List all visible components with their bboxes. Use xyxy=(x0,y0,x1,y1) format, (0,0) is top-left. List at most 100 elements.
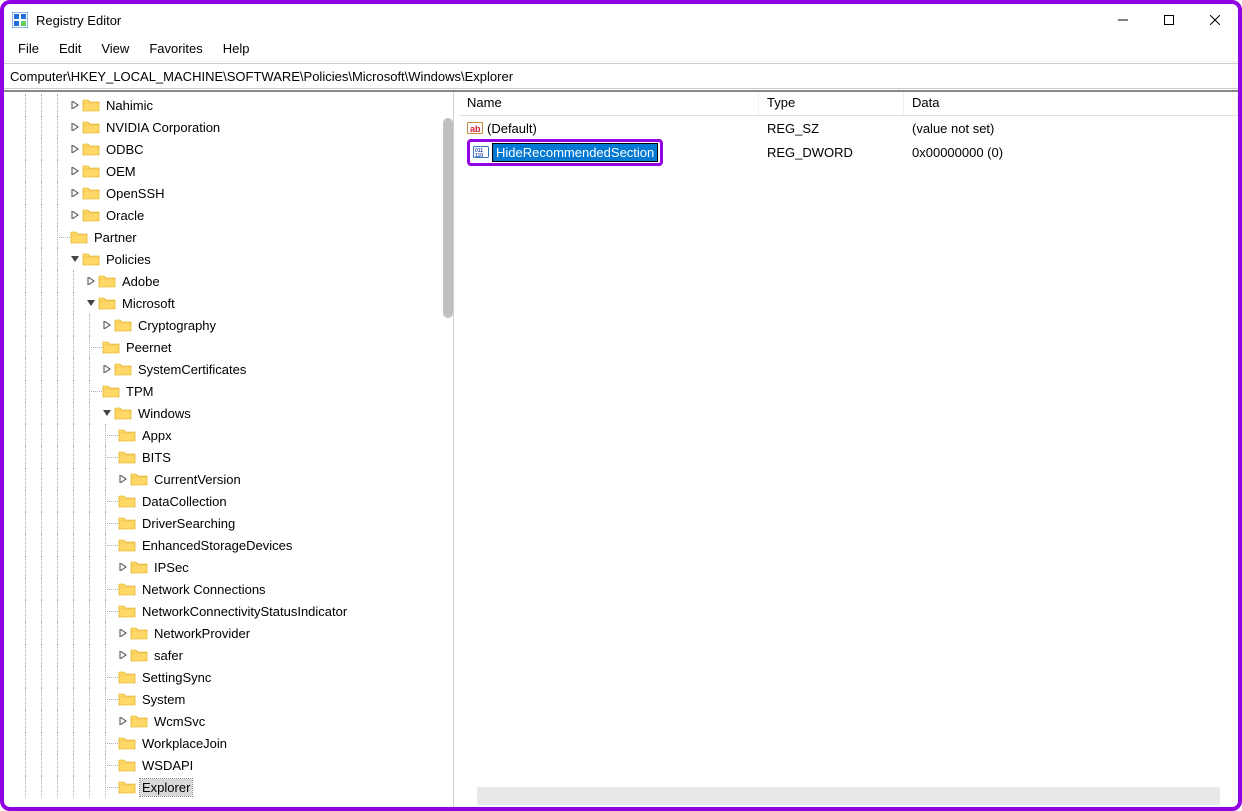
chevron-right-icon[interactable] xyxy=(100,318,114,332)
folder-icon xyxy=(130,714,148,728)
chevron-right-icon[interactable] xyxy=(68,164,82,178)
tree-item-tpm[interactable]: TPM xyxy=(4,380,453,402)
tree-item-oracle[interactable]: Oracle xyxy=(4,204,453,226)
tree-item-label: System xyxy=(140,691,187,708)
value-data: (value not set) xyxy=(904,119,1238,138)
tree-item-policies[interactable]: Policies xyxy=(4,248,453,270)
tree-item-peernet[interactable]: Peernet xyxy=(4,336,453,358)
tree-pane[interactable]: NahimicNVIDIA CorporationODBCOEM OpenSSH O… xyxy=(4,92,454,807)
chevron-down-icon[interactable] xyxy=(68,252,82,266)
value-name: (Default) xyxy=(487,121,537,136)
highlight-annotation: 011110HideRecommendedSection xyxy=(467,139,663,166)
tree-item-label: NetworkConnectivityStatusIndicator xyxy=(140,603,349,620)
column-data[interactable]: Data xyxy=(904,92,1238,115)
tree-item-system[interactable]: System xyxy=(4,688,453,710)
tree-item-ipsec[interactable]: IPSec xyxy=(4,556,453,578)
chevron-right-icon[interactable] xyxy=(116,472,130,486)
chevron-right-icon[interactable] xyxy=(116,648,130,662)
titlebar[interactable]: Registry Editor xyxy=(4,4,1238,36)
minimize-button[interactable] xyxy=(1100,4,1146,36)
column-name[interactable]: Name xyxy=(459,92,759,115)
tree-item-label: Cryptography xyxy=(136,317,218,334)
folder-icon xyxy=(118,538,136,552)
menu-help[interactable]: Help xyxy=(213,38,260,59)
column-type[interactable]: Type xyxy=(759,92,904,115)
value-name[interactable]: HideRecommendedSection xyxy=(493,144,657,161)
values-pane[interactable]: Name Type Data ab(Default)REG_SZ(value n… xyxy=(459,92,1238,807)
folder-icon xyxy=(118,758,136,772)
tree-item-enhancedstoragedevices[interactable]: EnhancedStorageDevices xyxy=(4,534,453,556)
tree-item-nahimic[interactable]: Nahimic xyxy=(4,94,453,116)
tree-item-networkconnectivitystatusindicator[interactable]: NetworkConnectivityStatusIndicator xyxy=(4,600,453,622)
tree-item-workplacejoin[interactable]: WorkplaceJoin xyxy=(4,732,453,754)
tree-item-networkprovider[interactable]: NetworkProvider xyxy=(4,622,453,644)
tree-item-windows[interactable]: Windows xyxy=(4,402,453,424)
folder-icon xyxy=(118,780,136,794)
tree-item-label: DataCollection xyxy=(140,493,229,510)
chevron-right-icon[interactable] xyxy=(68,186,82,200)
menu-favorites[interactable]: Favorites xyxy=(139,38,212,59)
tree-item-nvidia-corporation[interactable]: NVIDIA Corporation xyxy=(4,116,453,138)
tree-item-oem[interactable]: OEM xyxy=(4,160,453,182)
folder-icon xyxy=(118,582,136,596)
menu-edit[interactable]: Edit xyxy=(49,38,91,59)
chevron-down-icon[interactable] xyxy=(84,296,98,310)
chevron-right-icon[interactable] xyxy=(68,208,82,222)
chevron-right-icon[interactable] xyxy=(68,98,82,112)
tree-item-odbc[interactable]: ODBC xyxy=(4,138,453,160)
tree-item-network-connections[interactable]: Network Connections xyxy=(4,578,453,600)
tree-item-safer[interactable]: safer xyxy=(4,644,453,666)
maximize-button[interactable] xyxy=(1146,4,1192,36)
value-type: REG_DWORD xyxy=(759,143,904,162)
chevron-right-icon[interactable] xyxy=(116,626,130,640)
address-text: Computer\HKEY_LOCAL_MACHINE\SOFTWARE\Pol… xyxy=(10,69,513,84)
tree-item-systemcertificates[interactable]: SystemCertificates xyxy=(4,358,453,380)
tree-scrollbar-thumb[interactable] xyxy=(443,118,453,318)
chevron-right-icon[interactable] xyxy=(116,560,130,574)
tree-item-label: SettingSync xyxy=(140,669,213,686)
tree-item-currentversion[interactable]: CurrentVersion xyxy=(4,468,453,490)
folder-icon xyxy=(118,604,136,618)
folder-icon xyxy=(82,120,100,134)
values-horizontal-scrollbar[interactable] xyxy=(477,787,1220,805)
tree-item-driversearching[interactable]: DriverSearching xyxy=(4,512,453,534)
folder-icon xyxy=(130,560,148,574)
tree-item-label: WorkplaceJoin xyxy=(140,735,229,752)
chevron-right-icon[interactable] xyxy=(84,274,98,288)
tree-item-label: Microsoft xyxy=(120,295,177,312)
folder-icon xyxy=(114,318,132,332)
tree-item-settingsync[interactable]: SettingSync xyxy=(4,666,453,688)
tree-item-appx[interactable]: Appx xyxy=(4,424,453,446)
tree-item-adobe[interactable]: Adobe xyxy=(4,270,453,292)
tree-item-label: CurrentVersion xyxy=(152,471,243,488)
chevron-down-icon[interactable] xyxy=(100,406,114,420)
chevron-right-icon[interactable] xyxy=(116,714,130,728)
address-bar[interactable]: Computer\HKEY_LOCAL_MACHINE\SOFTWARE\Pol… xyxy=(4,63,1238,89)
window-title: Registry Editor xyxy=(36,13,121,28)
value-row[interactable]: 011110HideRecommendedSectionREG_DWORD0x0… xyxy=(459,140,1238,164)
chevron-right-icon[interactable] xyxy=(68,142,82,156)
chevron-right-icon[interactable] xyxy=(68,120,82,134)
tree-item-cryptography[interactable]: Cryptography xyxy=(4,314,453,336)
tree-item-partner[interactable]: Partner xyxy=(4,226,453,248)
tree-item-wsdapi[interactable]: WSDAPI xyxy=(4,754,453,776)
menu-file[interactable]: File xyxy=(8,38,49,59)
tree-item-label: DriverSearching xyxy=(140,515,237,532)
folder-icon xyxy=(82,142,100,156)
tree-item-label: Adobe xyxy=(120,273,162,290)
string-value-icon: ab xyxy=(467,120,483,136)
folder-icon xyxy=(118,670,136,684)
menu-view[interactable]: View xyxy=(91,38,139,59)
regedit-icon xyxy=(12,12,28,28)
tree-item-bits[interactable]: BITS xyxy=(4,446,453,468)
tree-item-openssh[interactable]: OpenSSH xyxy=(4,182,453,204)
chevron-right-icon[interactable] xyxy=(100,362,114,376)
folder-icon xyxy=(82,208,100,222)
tree-item-datacollection[interactable]: DataCollection xyxy=(4,490,453,512)
tree-item-microsoft[interactable]: Microsoft xyxy=(4,292,453,314)
tree-item-label: OpenSSH xyxy=(104,185,167,202)
tree-item-explorer[interactable]: Explorer xyxy=(4,776,453,798)
svg-text:ab: ab xyxy=(470,124,481,134)
tree-item-wcmsvc[interactable]: WcmSvc xyxy=(4,710,453,732)
close-button[interactable] xyxy=(1192,4,1238,36)
